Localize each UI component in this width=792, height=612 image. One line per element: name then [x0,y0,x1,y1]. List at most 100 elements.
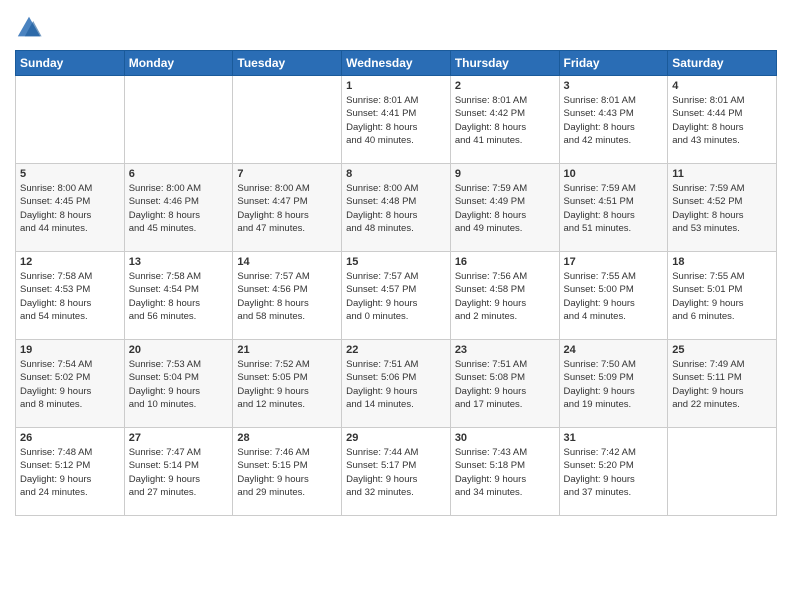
day-number: 19 [20,344,120,356]
day-info: Sunrise: 7:50 AM Sunset: 5:09 PM Dayligh… [564,358,664,411]
day-info: Sunrise: 8:00 AM Sunset: 4:47 PM Dayligh… [237,182,337,235]
day-cell-13: 13 Sunrise: 7:58 AM Sunset: 4:54 PM Dayli… [124,252,233,340]
day-number: 2 [455,80,555,92]
day-cell-16: 16 Sunrise: 7:56 AM Sunset: 4:58 PM Dayli… [450,252,559,340]
day-cell-24: 24 Sunrise: 7:50 AM Sunset: 5:09 PM Dayli… [559,340,668,428]
day-cell-23: 23 Sunrise: 7:51 AM Sunset: 5:08 PM Dayli… [450,340,559,428]
day-number: 9 [455,168,555,180]
day-info: Sunrise: 7:46 AM Sunset: 5:15 PM Dayligh… [237,446,337,499]
day-number: 17 [564,256,664,268]
day-cell-19: 19 Sunrise: 7:54 AM Sunset: 5:02 PM Dayli… [16,340,125,428]
day-number: 25 [672,344,772,356]
day-info: Sunrise: 8:01 AM Sunset: 4:42 PM Dayligh… [455,94,555,147]
day-number: 6 [129,168,229,180]
week-row-4: 19 Sunrise: 7:54 AM Sunset: 5:02 PM Dayli… [16,340,777,428]
day-cell-6: 6 Sunrise: 8:00 AM Sunset: 4:46 PM Daylig… [124,164,233,252]
day-cell-9: 9Sunrise: 7:59 AM Sunset: 4:49 PM Daylig… [450,164,559,252]
day-number: 21 [237,344,337,356]
day-number: 10 [564,168,664,180]
day-cell-5: 5 Sunrise: 8:00 AM Sunset: 4:45 PM Daylig… [16,164,125,252]
logo-icon [15,14,43,42]
day-cell-empty-0-2 [233,76,342,164]
day-cell-empty-4-6 [668,428,777,516]
day-info: Sunrise: 8:01 AM Sunset: 4:44 PM Dayligh… [672,94,772,147]
weekday-header-thursday: Thursday [450,51,559,76]
day-info: Sunrise: 7:48 AM Sunset: 5:12 PM Dayligh… [20,446,120,499]
day-number: 1 [346,80,446,92]
day-cell-3: 3Sunrise: 8:01 AM Sunset: 4:43 PM Daylig… [559,76,668,164]
day-cell-14: 14 Sunrise: 7:57 AM Sunset: 4:56 PM Dayli… [233,252,342,340]
day-cell-12: 12Sunrise: 7:58 AM Sunset: 4:53 PM Dayli… [16,252,125,340]
day-number: 8 [346,168,446,180]
day-number: 20 [129,344,229,356]
day-cell-26: 26 Sunrise: 7:48 AM Sunset: 5:12 PM Dayli… [16,428,125,516]
day-number: 28 [237,432,337,444]
week-row-2: 5 Sunrise: 8:00 AM Sunset: 4:45 PM Daylig… [16,164,777,252]
day-number: 7 [237,168,337,180]
day-cell-30: 30Sunrise: 7:43 AM Sunset: 5:18 PM Dayli… [450,428,559,516]
day-cell-18: 18 Sunrise: 7:55 AM Sunset: 5:01 PM Dayli… [668,252,777,340]
day-number: 23 [455,344,555,356]
day-number: 13 [129,256,229,268]
week-row-3: 12Sunrise: 7:58 AM Sunset: 4:53 PM Dayli… [16,252,777,340]
day-info: Sunrise: 7:58 AM Sunset: 4:54 PM Dayligh… [129,270,229,323]
day-info: Sunrise: 7:57 AM Sunset: 4:56 PM Dayligh… [237,270,337,323]
day-number: 11 [672,168,772,180]
day-number: 3 [564,80,664,92]
day-info: Sunrise: 7:54 AM Sunset: 5:02 PM Dayligh… [20,358,120,411]
day-number: 18 [672,256,772,268]
day-cell-29: 29 Sunrise: 7:44 AM Sunset: 5:17 PM Dayli… [342,428,451,516]
day-info: Sunrise: 7:57 AM Sunset: 4:57 PM Dayligh… [346,270,446,323]
weekday-header-monday: Monday [124,51,233,76]
day-info: Sunrise: 7:56 AM Sunset: 4:58 PM Dayligh… [455,270,555,323]
week-row-5: 26 Sunrise: 7:48 AM Sunset: 5:12 PM Dayli… [16,428,777,516]
day-cell-15: 15 Sunrise: 7:57 AM Sunset: 4:57 PM Dayli… [342,252,451,340]
week-row-1: 1 Sunrise: 8:01 AM Sunset: 4:41 PM Daylig… [16,76,777,164]
day-info: Sunrise: 7:59 AM Sunset: 4:51 PM Dayligh… [564,182,664,235]
day-info: Sunrise: 7:43 AM Sunset: 5:18 PM Dayligh… [455,446,555,499]
day-info: Sunrise: 8:00 AM Sunset: 4:46 PM Dayligh… [129,182,229,235]
day-info: Sunrise: 7:59 AM Sunset: 4:52 PM Dayligh… [672,182,772,235]
day-cell-17: 17 Sunrise: 7:55 AM Sunset: 5:00 PM Dayli… [559,252,668,340]
day-info: Sunrise: 7:51 AM Sunset: 5:08 PM Dayligh… [455,358,555,411]
weekday-header-saturday: Saturday [668,51,777,76]
day-number: 14 [237,256,337,268]
day-info: Sunrise: 7:55 AM Sunset: 5:01 PM Dayligh… [672,270,772,323]
day-number: 24 [564,344,664,356]
day-cell-31: 31Sunrise: 7:42 AM Sunset: 5:20 PM Dayli… [559,428,668,516]
page: SundayMondayTuesdayWednesdayThursdayFrid… [0,0,792,612]
day-number: 26 [20,432,120,444]
day-cell-28: 28 Sunrise: 7:46 AM Sunset: 5:15 PM Dayli… [233,428,342,516]
day-number: 15 [346,256,446,268]
weekday-header-friday: Friday [559,51,668,76]
day-cell-22: 22 Sunrise: 7:51 AM Sunset: 5:06 PM Dayli… [342,340,451,428]
day-info: Sunrise: 7:58 AM Sunset: 4:53 PM Dayligh… [20,270,120,323]
day-number: 16 [455,256,555,268]
weekday-header-tuesday: Tuesday [233,51,342,76]
header [15,10,777,42]
day-cell-27: 27Sunrise: 7:47 AM Sunset: 5:14 PM Dayli… [124,428,233,516]
day-cell-empty-0-1 [124,76,233,164]
day-info: Sunrise: 7:55 AM Sunset: 5:00 PM Dayligh… [564,270,664,323]
day-cell-25: 25Sunrise: 7:49 AM Sunset: 5:11 PM Dayli… [668,340,777,428]
day-number: 5 [20,168,120,180]
day-number: 29 [346,432,446,444]
day-info: Sunrise: 7:51 AM Sunset: 5:06 PM Dayligh… [346,358,446,411]
day-cell-1: 1 Sunrise: 8:01 AM Sunset: 4:41 PM Daylig… [342,76,451,164]
day-info: Sunrise: 8:00 AM Sunset: 4:48 PM Dayligh… [346,182,446,235]
day-cell-7: 7 Sunrise: 8:00 AM Sunset: 4:47 PM Daylig… [233,164,342,252]
weekday-header-row: SundayMondayTuesdayWednesdayThursdayFrid… [16,51,777,76]
logo [15,14,45,42]
weekday-header-wednesday: Wednesday [342,51,451,76]
day-cell-21: 21Sunrise: 7:52 AM Sunset: 5:05 PM Dayli… [233,340,342,428]
day-cell-10: 10 Sunrise: 7:59 AM Sunset: 4:51 PM Dayli… [559,164,668,252]
day-cell-8: 8 Sunrise: 8:00 AM Sunset: 4:48 PM Daylig… [342,164,451,252]
day-info: Sunrise: 7:53 AM Sunset: 5:04 PM Dayligh… [129,358,229,411]
day-info: Sunrise: 8:00 AM Sunset: 4:45 PM Dayligh… [20,182,120,235]
day-cell-empty-0-0 [16,76,125,164]
day-cell-2: 2 Sunrise: 8:01 AM Sunset: 4:42 PM Daylig… [450,76,559,164]
day-info: Sunrise: 7:44 AM Sunset: 5:17 PM Dayligh… [346,446,446,499]
day-number: 31 [564,432,664,444]
day-number: 22 [346,344,446,356]
day-info: Sunrise: 8:01 AM Sunset: 4:41 PM Dayligh… [346,94,446,147]
